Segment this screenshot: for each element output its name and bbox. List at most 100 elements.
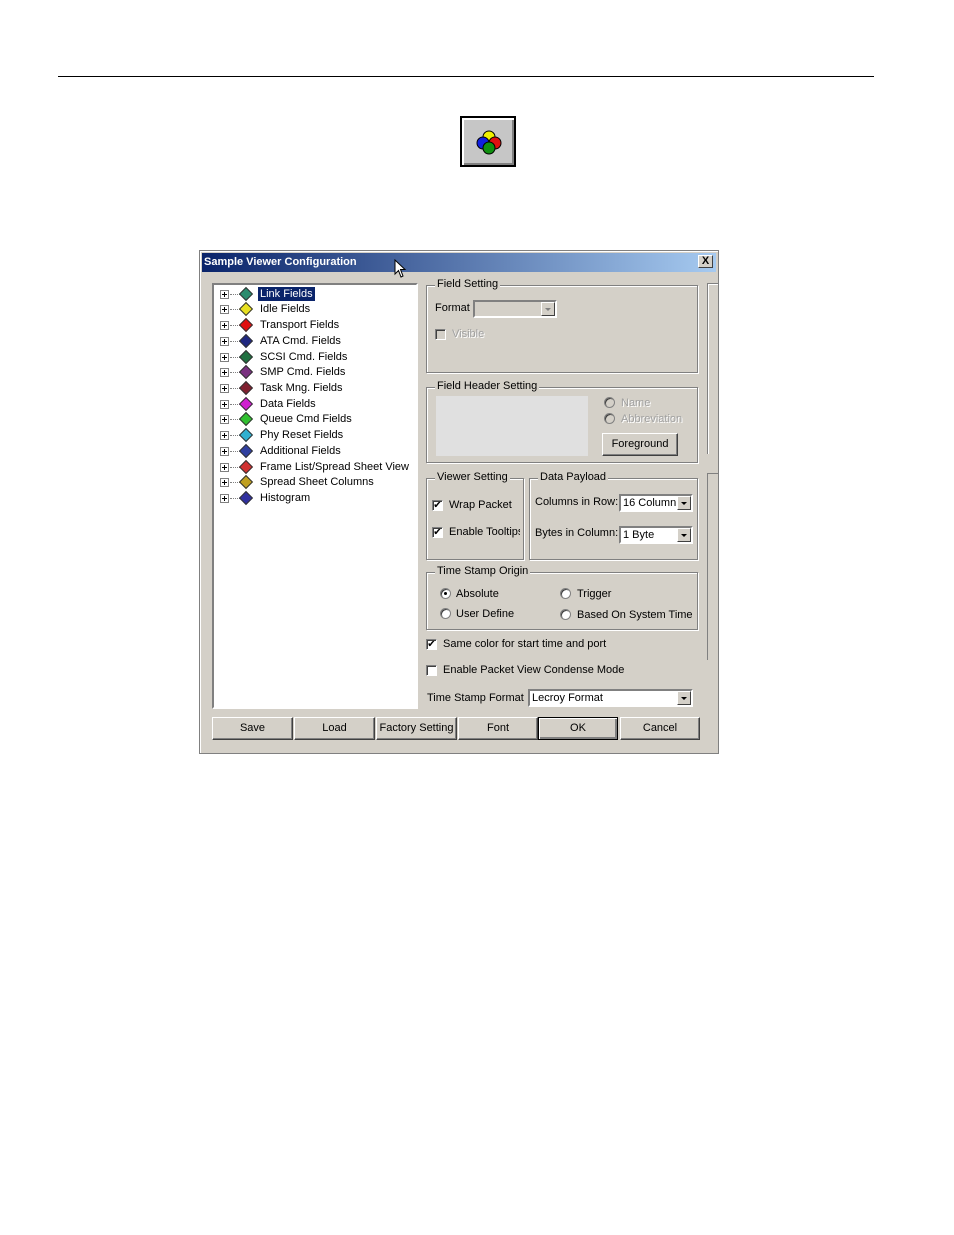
tree-item-label: Data Fields bbox=[260, 398, 316, 410]
chevron-down-icon bbox=[541, 302, 555, 316]
lime-gem-icon bbox=[238, 411, 254, 427]
bytes-in-column-select[interactable]: 1 Byte bbox=[619, 526, 693, 544]
eraser-icon bbox=[238, 459, 254, 475]
dialog-title: Sample Viewer Configuration bbox=[204, 256, 357, 268]
font-button[interactable]: Font bbox=[458, 717, 538, 740]
viewer-setting-group: Viewer Setting ✔ Wrap Packet ✔ Enable To… bbox=[426, 471, 524, 560]
tree-item-label: Idle Fields bbox=[260, 303, 311, 315]
abbreviation-label: Abbreviation bbox=[621, 413, 683, 425]
chevron-down-icon bbox=[677, 691, 691, 705]
factory-setting-button[interactable]: Factory Setting bbox=[376, 717, 457, 740]
expand-icon[interactable] bbox=[220, 400, 229, 409]
foreground-button[interactable]: Foreground bbox=[602, 433, 678, 456]
load-button[interactable]: Load bbox=[294, 717, 375, 740]
field-setting-group: Field Setting Format Visible bbox=[426, 278, 698, 373]
same-color-label: Same color for start time and port bbox=[443, 638, 607, 650]
title-bar[interactable]: Sample Viewer Configuration X bbox=[202, 253, 716, 278]
bytes-value: 1 Byte bbox=[623, 529, 655, 541]
save-button[interactable]: Save bbox=[212, 717, 293, 740]
columns-in-row-label: Columns in Row: bbox=[535, 496, 619, 508]
expand-icon[interactable] bbox=[220, 431, 229, 440]
enable-tooltips-checkbox[interactable]: ✔ bbox=[432, 527, 443, 538]
wrap-packet-checkbox[interactable]: ✔ bbox=[432, 500, 443, 511]
format-label: Format bbox=[435, 302, 470, 314]
expand-icon[interactable] bbox=[220, 353, 229, 362]
tree-item-label: Spread Sheet Columns bbox=[260, 476, 374, 488]
expand-icon[interactable] bbox=[220, 290, 229, 299]
red-gem-icon bbox=[238, 317, 254, 333]
expand-icon[interactable] bbox=[220, 305, 229, 314]
expand-icon[interactable] bbox=[220, 447, 229, 456]
chevron-down-icon bbox=[677, 528, 691, 542]
time-stamp-format-select[interactable]: Lecroy Format bbox=[528, 689, 693, 707]
darkgreen-gem-icon bbox=[238, 349, 254, 365]
expand-icon[interactable] bbox=[220, 368, 229, 377]
abbreviation-radio[interactable] bbox=[604, 413, 615, 424]
heart-icon bbox=[238, 443, 254, 459]
wrap-packet-label: Wrap Packet bbox=[449, 499, 512, 511]
visible-checkbox[interactable] bbox=[435, 329, 446, 340]
user-define-radio[interactable] bbox=[440, 608, 451, 619]
grid-icon bbox=[238, 474, 254, 490]
format-select[interactable] bbox=[473, 300, 557, 318]
viewer-setting-caption: Viewer Setting bbox=[435, 471, 510, 483]
navy-gem-icon bbox=[238, 333, 254, 349]
expand-icon[interactable] bbox=[220, 463, 229, 472]
field-header-setting-group: Field Header Setting Name Abbreviation F… bbox=[426, 380, 698, 463]
close-button[interactable]: X bbox=[698, 255, 713, 268]
purple-gem-icon bbox=[238, 364, 254, 380]
sample-viewer-configuration-dialog: Sample Viewer Configuration X Link Field… bbox=[199, 250, 719, 754]
expand-icon[interactable] bbox=[220, 478, 229, 487]
condense-mode-label: Enable Packet View Condense Mode bbox=[443, 664, 625, 676]
tree-item-label: SMP Cmd. Fields bbox=[260, 366, 346, 378]
trigger-radio[interactable] bbox=[560, 588, 571, 599]
clipped-group-edge bbox=[707, 283, 718, 454]
tree-item-label: Phy Reset Fields bbox=[260, 429, 344, 441]
tree-item-label: Link Fields bbox=[257, 286, 316, 302]
ok-button[interactable]: OK bbox=[538, 717, 618, 740]
cyan-gem-icon bbox=[238, 427, 254, 443]
columns-value: 16 Column bbox=[623, 497, 677, 509]
bytes-in-column-label: Bytes in Column: bbox=[535, 527, 619, 539]
tree-item-label: Histogram bbox=[260, 492, 311, 504]
name-label: Name bbox=[621, 397, 651, 409]
ts-format-value: Lecroy Format bbox=[532, 692, 603, 704]
absolute-label: Absolute bbox=[456, 588, 499, 600]
trigger-label: Trigger bbox=[577, 588, 612, 600]
enable-tooltips-label: Enable Tooltips bbox=[449, 526, 520, 538]
cancel-button[interactable]: Cancel bbox=[620, 717, 700, 740]
condense-mode-checkbox[interactable] bbox=[426, 665, 437, 676]
maroon-gem-icon bbox=[238, 380, 254, 396]
absolute-radio[interactable] bbox=[440, 588, 451, 599]
system-time-radio[interactable] bbox=[560, 609, 571, 620]
chevron-down-icon bbox=[677, 496, 691, 510]
tree-item-label: SCSI Cmd. Fields bbox=[260, 351, 348, 363]
time-stamp-origin-caption: Time Stamp Origin bbox=[435, 565, 531, 577]
field-setting-caption: Field Setting bbox=[435, 278, 501, 290]
tree-item-label: Queue Cmd Fields bbox=[260, 413, 352, 425]
data-payload-caption: Data Payload bbox=[538, 471, 609, 483]
visible-label: Visible bbox=[452, 328, 485, 340]
tree-item-label: Frame List/Spread Sheet View bbox=[260, 461, 409, 473]
expand-icon[interactable] bbox=[220, 415, 229, 424]
data-payload-group: Data Payload Columns in Row: 16 Column B… bbox=[529, 471, 698, 560]
top-rule bbox=[58, 76, 874, 77]
expand-icon[interactable] bbox=[220, 494, 229, 503]
name-radio[interactable] bbox=[604, 397, 615, 408]
viewer-config-toolbar-button[interactable] bbox=[460, 116, 516, 167]
tree-item-label: Transport Fields bbox=[260, 319, 340, 331]
field-header-caption: Field Header Setting bbox=[435, 380, 540, 392]
time-stamp-origin-group: Time Stamp Origin Absolute Trigger User … bbox=[426, 565, 698, 630]
columns-in-row-select[interactable]: 16 Column bbox=[619, 494, 693, 512]
mouse-cursor-icon bbox=[394, 259, 407, 278]
expand-icon[interactable] bbox=[220, 321, 229, 330]
expand-icon[interactable] bbox=[220, 384, 229, 393]
time-stamp-format-label: Time Stamp Format bbox=[427, 692, 524, 704]
field-tree[interactable]: Link Fields Idle Fields Transport Fields AT… bbox=[212, 283, 418, 709]
system-time-label: Based On System Time bbox=[577, 609, 693, 621]
color-circles-icon bbox=[476, 130, 502, 155]
same-color-checkbox[interactable]: ✔ bbox=[426, 639, 437, 650]
yellow-gem-icon bbox=[238, 301, 254, 317]
user-define-label: User Define bbox=[456, 608, 515, 620]
expand-icon[interactable] bbox=[220, 337, 229, 346]
